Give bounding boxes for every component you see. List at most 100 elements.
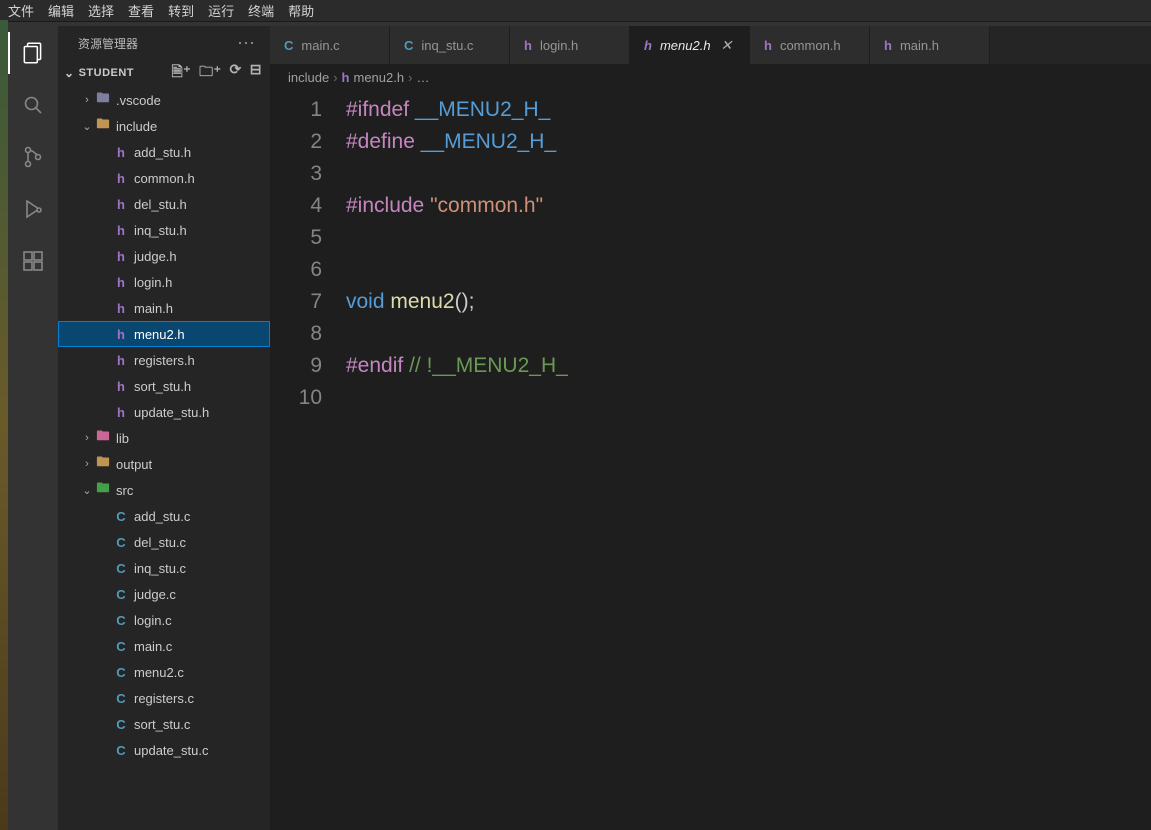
file-inq_stu.c[interactable]: Cinq_stu.c: [58, 555, 270, 581]
code-line[interactable]: [346, 254, 1151, 286]
tab-inq_stu.c[interactable]: Cinq_stu.c: [390, 26, 510, 64]
h-file-icon: h: [342, 70, 350, 85]
tab-login.h[interactable]: hlogin.h: [510, 26, 630, 64]
sidebar-title: 资源管理器: [78, 35, 138, 52]
file-sort_stu.c[interactable]: Csort_stu.c: [58, 711, 270, 737]
code-line[interactable]: #define __MENU2_H_: [346, 126, 1151, 158]
file-del_stu.h[interactable]: hdel_stu.h: [58, 191, 270, 217]
menu-编辑[interactable]: 编辑: [48, 1, 74, 20]
c-file-icon: C: [112, 509, 130, 524]
file-registers.c[interactable]: Cregisters.c: [58, 685, 270, 711]
file-judge.c[interactable]: Cjudge.c: [58, 581, 270, 607]
code-line[interactable]: [346, 158, 1151, 190]
file-add_stu.c[interactable]: Cadd_stu.c: [58, 503, 270, 529]
c-file-icon: C: [284, 38, 293, 53]
crumb-folder: include: [288, 70, 329, 85]
file-main.c[interactable]: Cmain.c: [58, 633, 270, 659]
file-login.h[interactable]: hlogin.h: [58, 269, 270, 295]
tree-label: main.h: [134, 301, 173, 316]
explorer-icon[interactable]: [20, 40, 46, 66]
c-file-icon: C: [112, 613, 130, 628]
new-file-icon[interactable]: 🗎⁺: [171, 61, 191, 85]
breadcrumb[interactable]: include › h menu2.h › …: [270, 64, 1151, 90]
file-update_stu.h[interactable]: hupdate_stu.h: [58, 399, 270, 425]
h-file-icon: h: [112, 197, 130, 212]
file-main.h[interactable]: hmain.h: [58, 295, 270, 321]
tree-label: update_stu.c: [134, 743, 208, 758]
file-menu2.h[interactable]: hmenu2.h: [58, 321, 270, 347]
c-file-icon: C: [112, 639, 130, 654]
project-header[interactable]: ⌄ STUDENT 🗎⁺ 🗀⁺ ⟳ ⊟: [58, 61, 270, 85]
code-line[interactable]: #include "common.h": [346, 190, 1151, 222]
line-number: 8: [270, 318, 322, 350]
sidebar: 资源管理器 ⋯ ⌄ STUDENT 🗎⁺ 🗀⁺ ⟳ ⊟ ›🖿.vscode⌄🖿i…: [58, 26, 270, 830]
file-add_stu.h[interactable]: hadd_stu.h: [58, 139, 270, 165]
tree-label: registers.h: [134, 353, 195, 368]
tab-menu2.h[interactable]: h menu2.h ✕: [630, 26, 750, 64]
file-inq_stu.h[interactable]: hinq_stu.h: [58, 217, 270, 243]
code-editor[interactable]: 12345678910 #ifndef __MENU2_H_#define __…: [270, 90, 1151, 830]
tab-label: common.h: [780, 38, 841, 53]
file-update_stu.c[interactable]: Cupdate_stu.c: [58, 737, 270, 763]
run-debug-icon[interactable]: [20, 196, 46, 222]
h-file-icon: h: [644, 38, 652, 53]
file-del_stu.c[interactable]: Cdel_stu.c: [58, 529, 270, 555]
collapse-icon[interactable]: ⊟: [250, 61, 262, 85]
folder-include[interactable]: ⌄🖿include: [58, 113, 270, 139]
menu-文件[interactable]: 文件: [8, 1, 34, 20]
code-line[interactable]: #ifndef __MENU2_H_: [346, 94, 1151, 126]
file-registers.h[interactable]: hregisters.h: [58, 347, 270, 373]
folder-lib[interactable]: ›🖿lib: [58, 425, 270, 451]
tree-label: add_stu.c: [134, 509, 190, 524]
tree-label: lib: [116, 431, 129, 446]
code-source[interactable]: #ifndef __MENU2_H_#define __MENU2_H_ #inc…: [340, 94, 1151, 830]
folder-.vscode[interactable]: ›🖿.vscode: [58, 87, 270, 113]
tab-label: menu2.h: [660, 38, 711, 53]
close-icon[interactable]: ✕: [721, 37, 733, 54]
tree-label: sort_stu.c: [134, 717, 190, 732]
sidebar-more-icon[interactable]: ⋯: [237, 33, 256, 54]
file-sort_stu.h[interactable]: hsort_stu.h: [58, 373, 270, 399]
extensions-icon[interactable]: [20, 248, 46, 274]
menu-运行[interactable]: 运行: [208, 1, 234, 20]
file-menu2.c[interactable]: Cmenu2.c: [58, 659, 270, 685]
code-line[interactable]: [346, 382, 1151, 414]
line-number: 10: [270, 382, 322, 414]
desktop-background-sliver: [0, 20, 8, 830]
file-login.c[interactable]: Clogin.c: [58, 607, 270, 633]
file-judge.h[interactable]: hjudge.h: [58, 243, 270, 269]
tab-common.h[interactable]: h common.h: [750, 26, 870, 64]
c-file-icon: C: [112, 561, 130, 576]
menu-选择[interactable]: 选择: [88, 1, 114, 20]
source-control-icon[interactable]: [20, 144, 46, 170]
folder-icon: 🖿: [94, 115, 112, 137]
new-folder-icon[interactable]: 🗀⁺: [199, 61, 221, 85]
menu-终端[interactable]: 终端: [248, 1, 274, 20]
folder-src[interactable]: ⌄🖿src: [58, 477, 270, 503]
tree-label: judge.h: [134, 249, 177, 264]
code-line[interactable]: void menu2();: [346, 286, 1151, 318]
project-name: STUDENT: [79, 67, 134, 79]
h-file-icon: h: [884, 38, 892, 53]
code-line[interactable]: [346, 222, 1151, 254]
tab-main.c[interactable]: Cmain.c: [270, 26, 390, 64]
refresh-icon[interactable]: ⟳: [230, 61, 242, 85]
h-file-icon: h: [112, 275, 130, 290]
search-icon[interactable]: [20, 92, 46, 118]
line-number: 3: [270, 158, 322, 190]
tab-label: main.c: [301, 38, 339, 53]
menu-转到[interactable]: 转到: [168, 1, 194, 20]
tree-label: inq_stu.h: [134, 223, 187, 238]
code-line[interactable]: #endif // !__MENU2_H_: [346, 350, 1151, 382]
h-file-icon: h: [112, 405, 130, 420]
h-file-icon: h: [764, 38, 772, 53]
tree-label: del_stu.c: [134, 535, 186, 550]
tab-label: main.h: [900, 38, 939, 53]
menu-查看[interactable]: 查看: [128, 1, 154, 20]
tree-label: main.c: [134, 639, 172, 654]
file-common.h[interactable]: hcommon.h: [58, 165, 270, 191]
code-line[interactable]: [346, 318, 1151, 350]
tab-main.h[interactable]: h main.h: [870, 26, 990, 64]
menu-帮助[interactable]: 帮助: [288, 1, 314, 20]
folder-output[interactable]: ›🖿output: [58, 451, 270, 477]
